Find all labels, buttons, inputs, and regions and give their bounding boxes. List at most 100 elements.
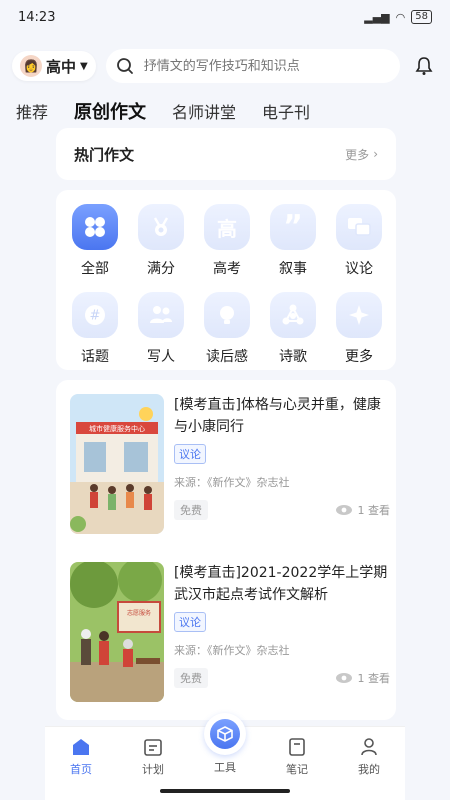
article-thumbnail: 城市健康服务中心 <box>70 394 164 534</box>
category-label: 写人 <box>147 349 175 365</box>
article-source: 来源：《新作文》杂志社 <box>174 644 290 657</box>
tab-e-magazine[interactable]: 电子刊 <box>262 99 310 123</box>
grade-selector[interactable]: 👩 高中 ▼ <box>12 51 96 81</box>
category-poetry[interactable]: 诗歌 <box>260 292 326 366</box>
category-reading-notes[interactable]: 读后感 <box>194 292 260 366</box>
price-badge: 免费 <box>174 500 208 520</box>
article-tag: 议论 <box>174 444 206 464</box>
home-icon <box>73 739 89 755</box>
category-label: 全部 <box>81 261 109 277</box>
nav-tools[interactable]: 工具 <box>195 713 255 775</box>
article-footer: 免费 1 查看 <box>174 668 390 688</box>
nav-label: 工具 <box>214 761 236 774</box>
signal-icon: ▂▄▆ <box>364 10 390 24</box>
view-count-label: 1 查看 <box>357 672 391 685</box>
quote-icon: ” <box>270 204 316 250</box>
user-icon <box>361 738 377 756</box>
category-portrait[interactable]: 写人 <box>128 292 194 366</box>
hashtag-icon: # <box>72 292 118 338</box>
category-narrative[interactable]: ” 叙事 <box>260 204 326 278</box>
calendar-icon <box>144 739 162 756</box>
tools-button[interactable] <box>204 713 246 755</box>
category-all[interactable]: 全部 <box>62 204 128 278</box>
category-panel: 全部 满分 高 高考 ” 叙事 议论 # 话题 写人 读后感 诗歌 更多 <box>56 190 396 370</box>
category-label: 读后感 <box>206 349 248 365</box>
article-body: [模考直击]体格与心灵并重，健康与小康同行 议论 来源：《新作文》杂志社 免费 … <box>174 394 390 534</box>
category-label: 高考 <box>213 261 241 277</box>
status-icons: ▂▄▆ ◠ 58 <box>364 10 432 24</box>
svg-text:#: # <box>90 309 101 324</box>
bulb-icon <box>204 292 250 338</box>
search-input[interactable] <box>141 57 390 75</box>
category-label: 诗歌 <box>279 349 307 365</box>
eye-icon <box>335 505 352 515</box>
article-body: [模考直击]2021-2022学年上学期 武汉市起点考试作文解析 议论 来源：《… <box>174 562 390 702</box>
chevron-down-icon: ▼ <box>80 60 88 72</box>
nav-label: 我的 <box>358 763 380 776</box>
avatar: 👩 <box>20 55 42 77</box>
nav-label: 首页 <box>70 763 92 776</box>
hot-essays-header: 热门作文 更多 › <box>56 128 396 180</box>
price-badge: 免费 <box>174 668 208 688</box>
category-label: 更多 <box>345 349 373 365</box>
nav-label: 计划 <box>142 763 164 776</box>
category-label: 满分 <box>147 261 175 277</box>
status-time: 14:23 <box>18 9 56 25</box>
nav-notes[interactable]: 笔记 <box>267 737 327 777</box>
list-item[interactable]: 城市健康服务中心 [模考直击]体格与心灵并重，健康与小康同行 议论 来源：《新作… <box>70 394 390 534</box>
content-tabs: 推荐 原创作文 名师讲堂 电子刊 <box>0 92 450 130</box>
search-bar[interactable] <box>105 49 400 83</box>
network-icon <box>270 292 316 338</box>
chevron-right-icon: › <box>373 147 378 161</box>
article-source: 来源：《新作文》杂志社 <box>174 476 290 489</box>
thumbnail-sign-text: 城市健康服务中心 <box>89 424 145 433</box>
article-tag: 议论 <box>174 612 206 632</box>
top-bar: 👩 高中 ▼ <box>0 40 450 92</box>
nav-profile[interactable]: 我的 <box>339 737 399 777</box>
view-count-label: 1 查看 <box>357 504 391 517</box>
article-thumbnail: 志愿服务 <box>70 562 164 702</box>
category-more[interactable]: 更多 <box>326 292 392 366</box>
more-link[interactable]: 更多 › <box>345 146 378 163</box>
article-title: [模考直击]2021-2022学年上学期 武汉市起点考试作文解析 <box>174 565 388 603</box>
tab-original-essays[interactable]: 原创作文 <box>74 98 146 124</box>
cube-icon <box>210 719 240 749</box>
nav-label: 笔记 <box>286 763 308 776</box>
category-argument[interactable]: 议论 <box>326 204 392 278</box>
nav-home[interactable]: 首页 <box>51 737 111 777</box>
more-label: 更多 <box>345 147 370 162</box>
grade-label: 高中 <box>46 57 77 76</box>
tab-teacher-lectures[interactable]: 名师讲堂 <box>172 99 236 123</box>
essay-list: 城市健康服务中心 [模考直击]体格与心灵并重，健康与小康同行 议论 来源：《新作… <box>56 380 396 720</box>
category-gaokao[interactable]: 高 高考 <box>194 204 260 278</box>
view-count: 1 查看 <box>335 502 391 518</box>
status-bar: 14:23 ▂▄▆ ◠ 58 <box>0 0 450 34</box>
category-full-score[interactable]: 满分 <box>128 204 194 278</box>
chat-icon <box>336 204 382 250</box>
notification-bell-icon[interactable] <box>410 56 438 76</box>
home-indicator <box>160 789 290 793</box>
category-label: 话题 <box>81 349 109 365</box>
gaokao-icon: 高 <box>204 204 250 250</box>
wifi-icon: ◠ <box>395 10 406 24</box>
category-label: 议论 <box>345 261 373 277</box>
app-screen: 14:23 ▂▄▆ ◠ 58 👩 高中 ▼ 推荐 原创作文 <box>0 0 450 800</box>
category-label: 叙事 <box>279 261 307 277</box>
category-topic[interactable]: # 话题 <box>62 292 128 366</box>
list-item[interactable]: 志愿服务 [模考直击]2021-2022学年上学期 武汉市起点考试作文解析 议论… <box>70 562 390 702</box>
search-icon <box>116 58 133 74</box>
notebook-icon <box>289 738 305 756</box>
sparkle-icon <box>336 292 382 338</box>
view-count: 1 查看 <box>335 670 391 686</box>
grid-icon <box>72 204 118 250</box>
battery-icon: 58 <box>411 10 432 24</box>
eye-icon <box>335 673 352 683</box>
hot-essays-title: 热门作文 <box>74 145 135 164</box>
nav-plan[interactable]: 计划 <box>123 737 183 777</box>
tab-recommend[interactable]: 推荐 <box>16 99 48 123</box>
thumbnail-sign-text: 志愿服务 <box>127 609 151 617</box>
medal-icon <box>138 204 184 250</box>
people-icon <box>138 292 184 338</box>
article-footer: 免费 1 查看 <box>174 500 390 520</box>
article-title: [模考直击]体格与心灵并重，健康与小康同行 <box>174 397 381 435</box>
